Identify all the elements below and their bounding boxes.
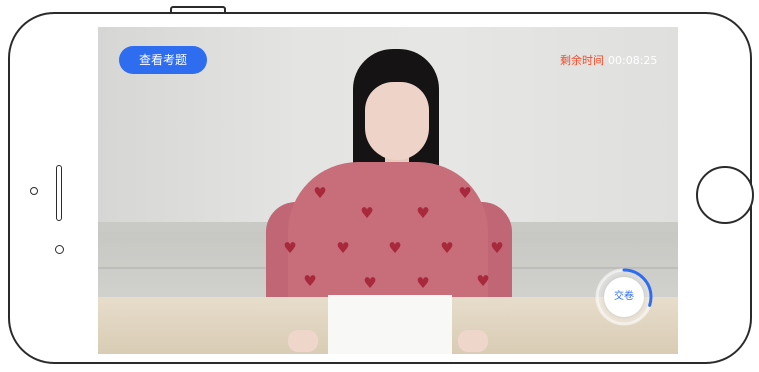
heart-pattern-icon: ♥ — [336, 239, 350, 257]
heart-pattern-icon: ♥ — [476, 272, 490, 290]
heart-pattern-icon: ♥ — [303, 272, 317, 290]
camera-icon — [30, 187, 38, 195]
heart-pattern-icon: ♥ — [283, 239, 297, 257]
sensor-icon — [55, 245, 64, 254]
remaining-time-label: 剩余时间 — [560, 54, 604, 67]
remaining-time-value: 00:08:25 — [608, 54, 658, 67]
heart-pattern-icon: ♥ — [388, 239, 402, 257]
examinee-face — [365, 82, 429, 160]
examinee-right-hand — [458, 330, 488, 352]
submit-button[interactable]: 交卷 — [604, 277, 644, 317]
submit-control[interactable]: 交卷 — [594, 267, 654, 327]
heart-pattern-icon: ♥ — [416, 274, 430, 292]
heart-pattern-icon: ♥ — [490, 239, 504, 257]
remaining-time: 剩余时间 00:08:25 — [560, 54, 657, 68]
examinee-left-hand — [288, 330, 318, 352]
heart-pattern-icon: ♥ — [458, 184, 472, 202]
heart-pattern-icon: ♥ — [360, 204, 374, 222]
heart-pattern-icon: ♥ — [313, 184, 327, 202]
heart-pattern-icon: ♥ — [363, 274, 377, 292]
heart-pattern-icon: ♥ — [440, 239, 454, 257]
camera-preview: ♥ ♥ ♥ ♥ ♥ ♥ ♥ ♥ ♥ ♥ ♥ ♥ ♥ 查看考题 剩余时间 00:08… — [98, 27, 678, 354]
answer-sheet — [328, 295, 452, 354]
view-questions-button[interactable]: 查看考题 — [119, 46, 207, 74]
home-button-icon[interactable] — [696, 166, 754, 224]
heart-pattern-icon: ♥ — [416, 204, 430, 222]
speaker-slot — [56, 165, 62, 221]
